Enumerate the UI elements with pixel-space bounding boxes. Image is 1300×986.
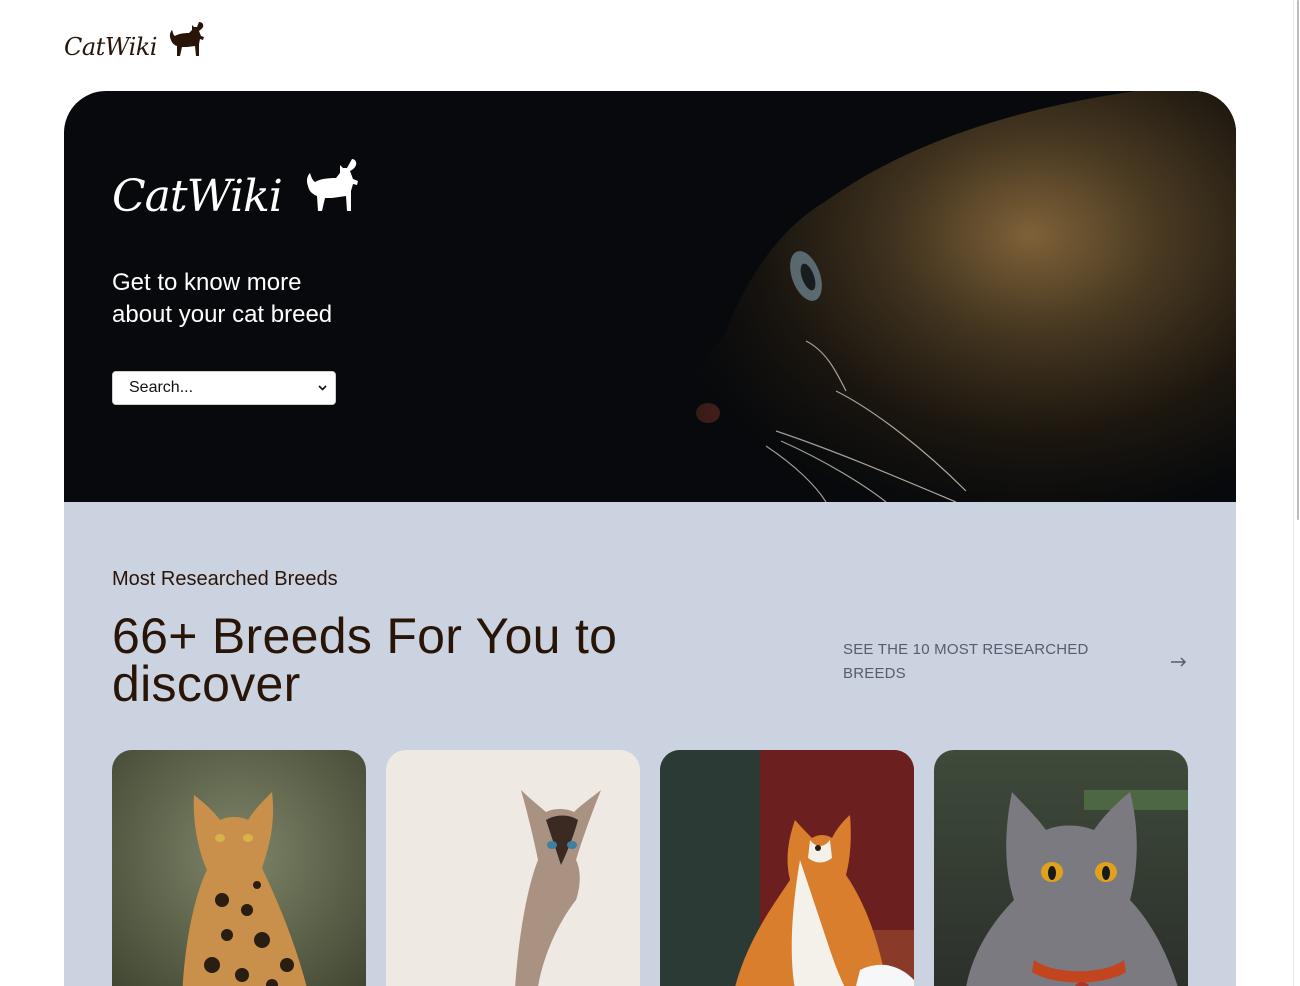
header-logo-text: CatWiki <box>64 33 157 61</box>
cat-silhouette-icon <box>306 159 358 211</box>
see-more-text: SEE THE 10 MOST RESEARCHED BREEDS <box>843 641 1089 682</box>
section-label: Most Researched Breeds <box>112 568 338 590</box>
chevron-down-icon <box>318 385 327 391</box>
scrollbar-thumb[interactable] <box>1297 0 1299 520</box>
hero-cat-photo <box>576 91 1236 502</box>
breed-search-select[interactable]: Search... <box>112 371 336 405</box>
header-logo[interactable]: CatWiki <box>64 18 209 62</box>
breed-cards <box>112 750 1188 986</box>
cat-silhouette-icon <box>169 22 204 56</box>
section-headline: 66+ Breeds For You to discover <box>112 608 618 712</box>
savannah-cat-photo <box>112 750 366 986</box>
search-select-value: Search... <box>129 379 194 396</box>
page-scrollbar[interactable] <box>1293 0 1300 986</box>
most-researched-section: Most Researched Breeds 66+ Breeds For Yo… <box>64 502 1236 986</box>
calico-longhair-cat-photo <box>660 750 914 986</box>
british-shorthair-cat-photo <box>934 750 1188 986</box>
hero-content: CatWiki Get to know more about your cat … <box>112 153 412 405</box>
hero-banner: CatWiki Get to know more about your cat … <box>64 91 1236 502</box>
breed-card-2[interactable] <box>386 750 640 986</box>
breed-card-1[interactable] <box>112 750 366 986</box>
hero-logo: CatWiki <box>112 153 412 223</box>
breed-card-3[interactable] <box>660 750 914 986</box>
hero-logo-text: CatWiki <box>112 171 283 222</box>
breed-card-4[interactable] <box>934 750 1188 986</box>
hero-tagline: Get to know more about your cat breed <box>112 269 333 328</box>
arrow-right-icon <box>1171 657 1187 667</box>
page: CatWiki CatWiki Get to know more about y… <box>0 0 1300 986</box>
siamese-cat-photo <box>386 750 640 986</box>
see-more-link[interactable]: SEE THE 10 MOST RESEARCHED BREEDS <box>843 638 1189 686</box>
